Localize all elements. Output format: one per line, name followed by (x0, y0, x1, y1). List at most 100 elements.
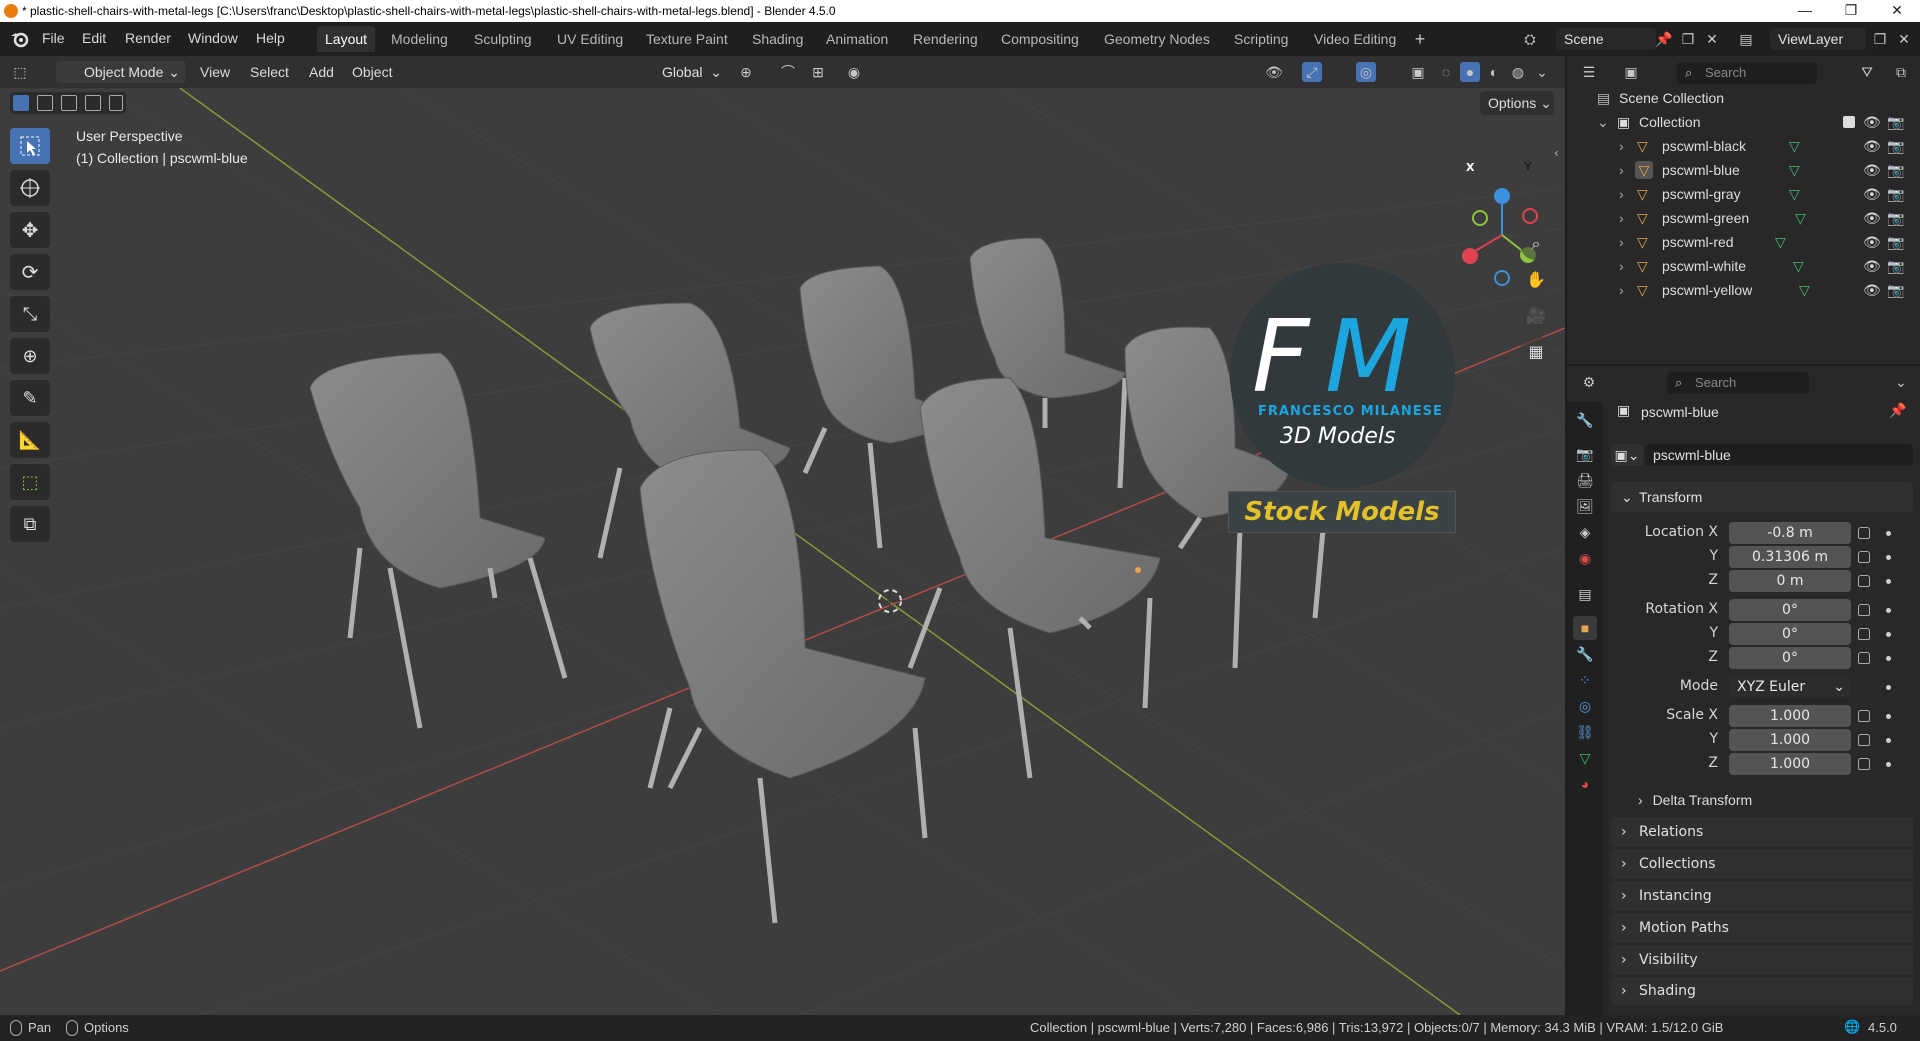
collections-panel-header[interactable]: › Collections (1611, 849, 1913, 879)
select-invert-icon[interactable] (85, 95, 101, 111)
menu-file[interactable]: File (42, 30, 65, 46)
scale-y-field[interactable]: 1.000 (1729, 729, 1851, 751)
lock-icon[interactable] (1858, 734, 1870, 746)
properties-search-input[interactable]: ⌕ Search (1667, 372, 1809, 394)
object-browse-icon[interactable]: ▣⌄ (1611, 444, 1643, 466)
tool-tab-icon[interactable]: 🔧 (1573, 408, 1597, 432)
lock-icon[interactable] (1858, 758, 1870, 770)
render-tab-icon[interactable]: 📷 (1573, 442, 1597, 466)
collection-row[interactable]: ⌄ ▣ Collection 👁 📷 (1567, 110, 1920, 134)
select-intersect-icon[interactable] (109, 95, 123, 111)
properties-editor-type-icon[interactable]: ⚙ (1579, 372, 1599, 392)
delta-transform-subpanel[interactable]: › Delta Transform (1622, 788, 1902, 812)
outliner-object-row[interactable]: › ▽ pscwml-green ▽ 👁 📷 (1567, 206, 1920, 230)
3d-viewport[interactable]: Z Y X F M FRANCESCO MILANESE 3D Models S… (0, 88, 1565, 1015)
material-tab-icon[interactable]: ◕ (1573, 772, 1597, 796)
eye-icon[interactable]: 👁 (1863, 134, 1881, 158)
filter-icon[interactable]: ⛛ (1857, 62, 1877, 82)
camera-icon[interactable]: 📷 (1887, 158, 1904, 182)
lock-icon[interactable] (1858, 604, 1870, 616)
viewport-menu-object[interactable]: Object (352, 64, 392, 80)
modifier-tab-icon[interactable]: 🔧 (1573, 642, 1597, 666)
blender-logo-icon[interactable] (10, 30, 30, 48)
select-extend-icon[interactable] (37, 95, 53, 111)
instancing-panel-header[interactable]: › Instancing (1611, 881, 1913, 911)
eye-icon[interactable]: 👁 (1863, 278, 1881, 302)
view-layer-tab-icon[interactable]: 🖼 (1573, 494, 1597, 518)
chevron-right-icon[interactable]: › (1619, 182, 1624, 206)
location-y-field[interactable]: 0.31306 m (1729, 546, 1851, 568)
ortho-grid-icon[interactable]: ▦ (1520, 336, 1552, 368)
close-button[interactable]: ✕ (1874, 0, 1920, 22)
chevron-right-icon[interactable]: › (1619, 134, 1624, 158)
outliner-object-row[interactable]: › ▽ pscwml-blue ▽ 👁 📷 (1567, 158, 1920, 182)
camera-icon[interactable]: 📷 (1887, 134, 1904, 158)
delete-view-layer-icon[interactable]: ✕ (1894, 29, 1914, 49)
camera-icon[interactable]: 📷 (1887, 254, 1904, 278)
zoom-icon[interactable]: ⌕ (1520, 228, 1552, 260)
keyframe-dot-icon[interactable] (1886, 632, 1891, 637)
menu-help[interactable]: Help (256, 30, 285, 46)
camera-icon[interactable]: 📷 (1887, 110, 1904, 134)
scale-x-field[interactable]: 1.000 (1729, 705, 1851, 727)
tab-texture-paint[interactable]: Texture Paint (638, 26, 736, 52)
transform-panel-header[interactable]: ⌄ Transform (1611, 482, 1913, 512)
chevron-right-icon[interactable]: › (1619, 254, 1624, 278)
add-object-tool[interactable]: ⧉ (10, 506, 50, 542)
constraints-tab-icon[interactable]: ⛓ (1573, 720, 1597, 744)
delete-scene-icon[interactable]: ✕ (1702, 29, 1722, 49)
add-cube-tool[interactable]: ⬚ (10, 464, 50, 500)
keyframe-dot-icon[interactable] (1886, 714, 1891, 719)
eye-icon[interactable]: 👁 (1863, 110, 1881, 134)
eye-icon[interactable]: 👁 (1863, 182, 1881, 206)
measure-tool[interactable]: 📐 (10, 422, 50, 458)
tab-scripting[interactable]: Scripting (1226, 26, 1296, 52)
tab-geometry-nodes[interactable]: Geometry Nodes (1096, 26, 1218, 52)
scene-collection-row[interactable]: ▤ Scene Collection (1567, 86, 1920, 110)
transform-tool[interactable]: ⊕ (10, 338, 50, 374)
add-workspace-icon[interactable]: + (1410, 29, 1430, 49)
proportional-editing-icon[interactable]: ◉ (844, 62, 864, 82)
tab-rendering[interactable]: Rendering (905, 26, 986, 52)
keyframe-dot-icon[interactable] (1886, 608, 1891, 613)
overlays-icon[interactable]: ◎ (1356, 62, 1376, 82)
snap-icon[interactable]: ⌒ (778, 62, 798, 82)
keyframe-dot-icon[interactable] (1886, 762, 1891, 767)
rotation-x-field[interactable]: 0° (1729, 599, 1851, 621)
move-tool[interactable]: ✥ (10, 212, 50, 248)
gizmo-toggle-icon[interactable]: ⤢ (1302, 62, 1322, 82)
scene-tab-icon[interactable]: ◈ (1573, 520, 1597, 544)
visibility-icon[interactable]: 👁 (1264, 62, 1284, 82)
tab-animation[interactable]: Animation (818, 26, 896, 52)
annotate-tool[interactable]: ✎ (10, 380, 50, 416)
viewport-menu-add[interactable]: Add (309, 64, 334, 80)
keyframe-dot-icon[interactable] (1886, 555, 1891, 560)
camera-icon[interactable]: 📷 (1887, 206, 1904, 230)
motion-paths-panel-header[interactable]: › Motion Paths (1611, 913, 1913, 943)
eye-icon[interactable]: 👁 (1863, 206, 1881, 230)
view-layer-icon[interactable]: ▤ (1736, 29, 1756, 49)
minimize-button[interactable]: — (1782, 0, 1828, 22)
lock-icon[interactable] (1858, 652, 1870, 664)
eye-icon[interactable]: 👁 (1863, 230, 1881, 254)
camera-icon[interactable]: 📷 (1887, 278, 1904, 302)
outliner-object-row[interactable]: › ▽ pscwml-white ▽ 👁 📷 (1567, 254, 1920, 278)
select-subtract-icon[interactable] (61, 95, 77, 111)
orientation-dropdown[interactable]: Global ⌄ (636, 61, 726, 83)
eye-icon[interactable]: 👁 (1863, 254, 1881, 278)
select-box-tool[interactable] (10, 128, 50, 164)
keyframe-dot-icon[interactable] (1886, 531, 1891, 536)
tab-layout[interactable]: Layout (317, 26, 376, 52)
keyframe-dot-icon[interactable] (1886, 685, 1891, 690)
outliner-search-input[interactable]: ⌕ Search (1677, 62, 1817, 84)
outliner-editor-type-icon[interactable]: ☰ (1579, 62, 1599, 82)
object-name-field[interactable]: pscwml-blue (1645, 444, 1913, 466)
menu-render[interactable]: Render (125, 30, 171, 46)
new-scene-icon[interactable]: ❐ (1678, 29, 1698, 49)
eye-icon[interactable]: 👁 (1863, 158, 1881, 182)
rotation-z-field[interactable]: 0° (1729, 647, 1851, 669)
visibility-panel-header[interactable]: › Visibility (1611, 945, 1913, 975)
menu-window[interactable]: Window (188, 30, 238, 46)
outliner-object-row[interactable]: › ▽ pscwml-black ▽ 👁 📷 (1567, 134, 1920, 158)
snap-increment-icon[interactable]: ⊞ (808, 62, 828, 82)
